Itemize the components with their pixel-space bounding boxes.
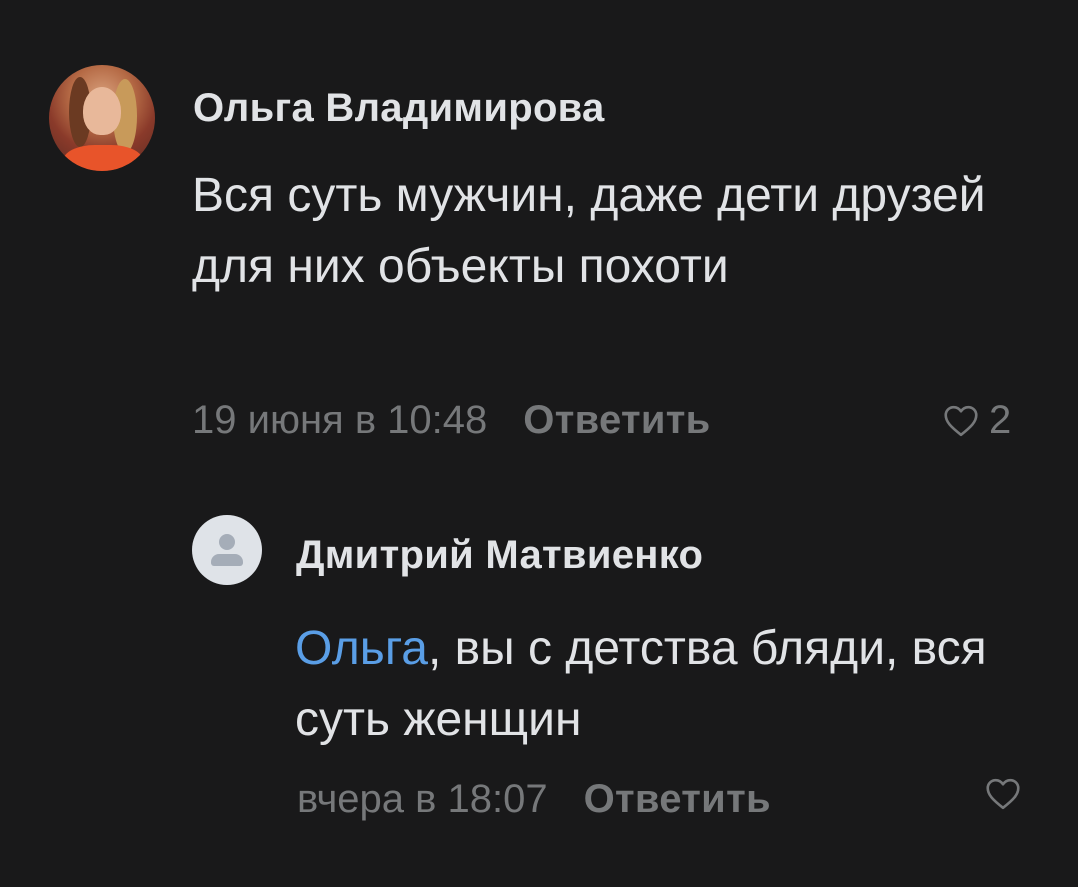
reply-author[interactable]: Дмитрий Матвиенко xyxy=(296,533,703,578)
like-button[interactable]: 2 xyxy=(943,398,1011,443)
comment: Ольга Владимирова Вся суть мужчин, даже … xyxy=(0,0,1078,480)
heart-icon xyxy=(943,405,979,437)
avatar[interactable] xyxy=(49,65,155,171)
reply-meta: вчера в 18:07 Ответить xyxy=(297,777,771,822)
mention-link[interactable]: Ольга xyxy=(295,622,428,675)
comment-meta: 19 июня в 10:48 Ответить xyxy=(192,398,711,443)
comment-date[interactable]: 19 июня в 10:48 xyxy=(192,398,487,442)
avatar-face xyxy=(83,87,121,135)
reply-button[interactable]: Ответить xyxy=(523,398,710,442)
reply-text: Ольга, вы с детства бляди, вся суть женщ… xyxy=(295,613,1015,755)
avatar-shirt xyxy=(63,145,143,171)
reply-date[interactable]: вчера в 18:07 xyxy=(297,777,548,821)
heart-icon xyxy=(985,778,1021,810)
user-icon-head xyxy=(219,534,235,550)
like-count: 2 xyxy=(989,398,1012,442)
reply-button[interactable]: Ответить xyxy=(584,777,771,821)
comment-author[interactable]: Ольга Владимирова xyxy=(193,86,605,131)
user-icon-body xyxy=(211,554,243,566)
default-avatar[interactable] xyxy=(192,515,262,585)
comment-text: Вся суть мужчин, даже дети друзей для ни… xyxy=(192,169,986,293)
like-button[interactable] xyxy=(985,778,1021,810)
